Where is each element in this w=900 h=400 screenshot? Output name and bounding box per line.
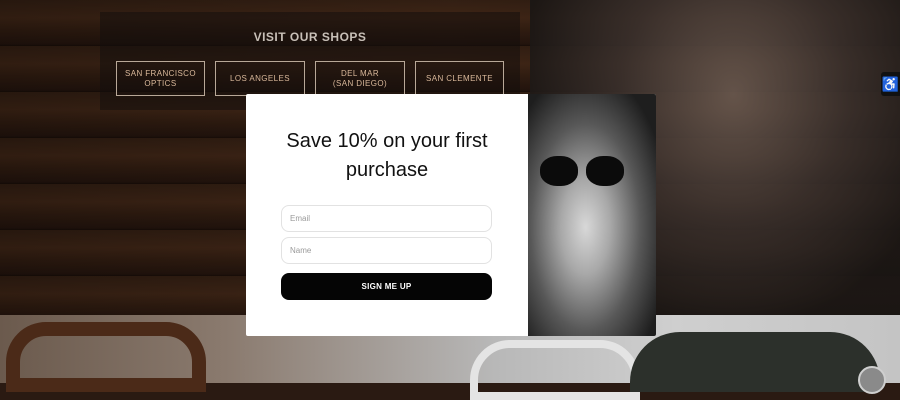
email-field[interactable] — [281, 205, 492, 232]
signup-popup: Save 10% on your first purchase SIGN ME … — [246, 94, 656, 336]
name-field[interactable] — [281, 237, 492, 264]
sunglasses-shape — [540, 156, 628, 190]
sign-me-up-button[interactable]: SIGN ME UP — [281, 273, 492, 300]
shops-heading: VISIT OUR SHOPS — [253, 30, 367, 44]
popup-form-area: Save 10% on your first purchase SIGN ME … — [246, 94, 528, 336]
shop-link-del-mar[interactable]: DEL MAR (SAN DIEGO) — [315, 61, 405, 96]
accessibility-icon[interactable]: ♿ — [881, 72, 900, 96]
chat-widget-icon[interactable] — [858, 366, 886, 394]
shop-link-san-clemente[interactable]: SAN CLEMENTE — [415, 61, 504, 96]
shop-link-los-angeles[interactable]: LOS ANGELES — [215, 61, 305, 96]
dark-lens-image — [630, 332, 880, 392]
tortoise-frame-image — [6, 322, 206, 392]
clear-frame-image — [470, 340, 640, 400]
shop-link-san-francisco[interactable]: SAN FRANCISCO OPTICS — [116, 61, 205, 96]
popup-title: Save 10% on your first purchase — [286, 130, 488, 181]
popup-photo-man-sunglasses — [528, 94, 656, 336]
